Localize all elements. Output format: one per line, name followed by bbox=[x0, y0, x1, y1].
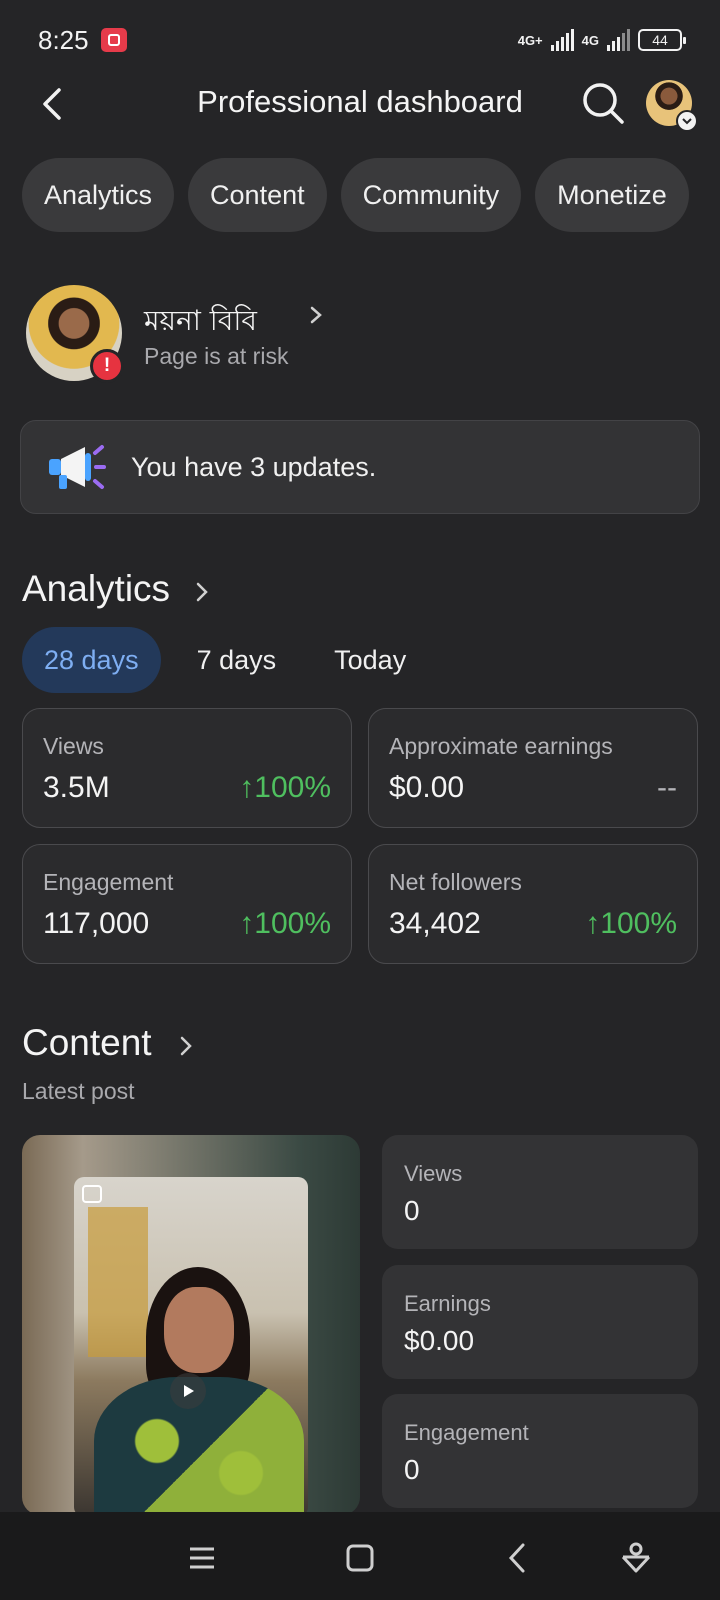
stat-label: Views bbox=[43, 733, 104, 759]
signal-icon bbox=[550, 29, 574, 51]
metric-label: Engagement bbox=[404, 1420, 529, 1445]
header: Professional dashboard bbox=[0, 72, 720, 138]
range-today[interactable]: Today bbox=[312, 627, 428, 693]
latest-post-thumbnail[interactable] bbox=[22, 1135, 360, 1515]
stat-value: 3.5M bbox=[43, 771, 110, 804]
range-28-days[interactable]: 28 days bbox=[22, 627, 161, 693]
metric-value: $0.00 bbox=[404, 1325, 475, 1356]
battery-icon: 44 bbox=[638, 29, 686, 51]
menu-icon[interactable] bbox=[184, 1540, 220, 1576]
chevron-down-icon bbox=[676, 110, 698, 132]
play-icon[interactable] bbox=[170, 1373, 206, 1409]
profile-status: Page is at risk bbox=[144, 343, 289, 369]
signal-icon-2 bbox=[607, 29, 630, 51]
status-indicators: 4G+ 4G 44 bbox=[517, 29, 686, 51]
tab-community[interactable]: Community bbox=[340, 158, 522, 232]
tab-analytics[interactable]: Analytics bbox=[22, 158, 175, 232]
updates-card[interactable]: You have 3 updates. bbox=[20, 420, 700, 514]
back-nav-icon[interactable] bbox=[500, 1540, 536, 1576]
assistant-icon[interactable] bbox=[618, 1540, 654, 1576]
stat-change: ↑100% bbox=[585, 907, 677, 940]
status-bar: 8:25 4G+ 4G 44 bbox=[0, 0, 720, 80]
stat-change: ↑100% bbox=[239, 907, 331, 940]
stat-value: 34,402 bbox=[389, 907, 481, 940]
stat-label: Net followers bbox=[389, 869, 522, 895]
risk-alert-icon: ! bbox=[90, 349, 124, 383]
account-switcher-avatar[interactable] bbox=[646, 80, 698, 132]
home-square-icon[interactable] bbox=[342, 1540, 378, 1576]
page-profile[interactable]: ! ময়না বিবি Page is at risk bbox=[26, 285, 696, 383]
post-preview-image bbox=[74, 1177, 308, 1515]
system-nav-bar bbox=[0, 1512, 720, 1600]
chevron-right-icon bbox=[310, 306, 322, 324]
chevron-right-icon[interactable] bbox=[192, 580, 212, 604]
metric-value: 0 bbox=[404, 1195, 420, 1226]
megaphone-icon bbox=[49, 445, 106, 489]
battery-level: 44 bbox=[652, 32, 668, 48]
network-label-2: 4G bbox=[581, 32, 599, 48]
chevron-right-icon[interactable] bbox=[176, 1034, 196, 1058]
profile-name: ময়না বিবি bbox=[144, 304, 257, 337]
search-icon[interactable] bbox=[580, 80, 626, 126]
content-subtitle: Latest post bbox=[22, 1078, 135, 1104]
stat-change: ↑100% bbox=[239, 771, 331, 804]
analytics-section-title[interactable]: Analytics bbox=[22, 568, 170, 610]
updates-text: You have 3 updates. bbox=[131, 451, 377, 482]
stat-label: Approximate earnings bbox=[389, 733, 613, 759]
post-views-card[interactable]: Views 0 bbox=[382, 1135, 698, 1249]
status-time: 8:25 bbox=[38, 24, 89, 55]
post-engagement-card[interactable]: Engagement 0 bbox=[382, 1394, 698, 1508]
date-range-selector: 28 days 7 days Today bbox=[22, 627, 428, 693]
metric-label: Earnings bbox=[404, 1291, 491, 1316]
network-label-1: 4G+ bbox=[517, 32, 543, 48]
stat-label: Engagement bbox=[43, 869, 174, 895]
section-tabs: Analytics Content Community Monetize bbox=[22, 158, 689, 232]
stat-change: -- bbox=[657, 771, 677, 804]
metric-label: Views bbox=[404, 1161, 463, 1186]
reel-icon bbox=[82, 1185, 102, 1203]
metric-value: 0 bbox=[404, 1454, 420, 1485]
content-section-title[interactable]: Content bbox=[22, 1022, 152, 1064]
stat-value: 117,000 bbox=[43, 907, 150, 940]
range-7-days[interactable]: 7 days bbox=[175, 627, 299, 693]
post-earnings-card[interactable]: Earnings $0.00 bbox=[382, 1265, 698, 1379]
views-stat-card[interactable]: Views 3.5M ↑100% bbox=[22, 708, 352, 828]
engagement-stat-card[interactable]: Engagement 117,000 ↑100% bbox=[22, 844, 352, 964]
tab-content[interactable]: Content bbox=[188, 158, 327, 232]
screen-record-icon bbox=[100, 28, 127, 52]
net-followers-stat-card[interactable]: Net followers 34,402 ↑100% bbox=[368, 844, 698, 964]
earnings-stat-card[interactable]: Approximate earnings $0.00 -- bbox=[368, 708, 698, 828]
tab-monetize[interactable]: Monetize bbox=[535, 158, 689, 232]
stat-value: $0.00 bbox=[389, 771, 465, 804]
